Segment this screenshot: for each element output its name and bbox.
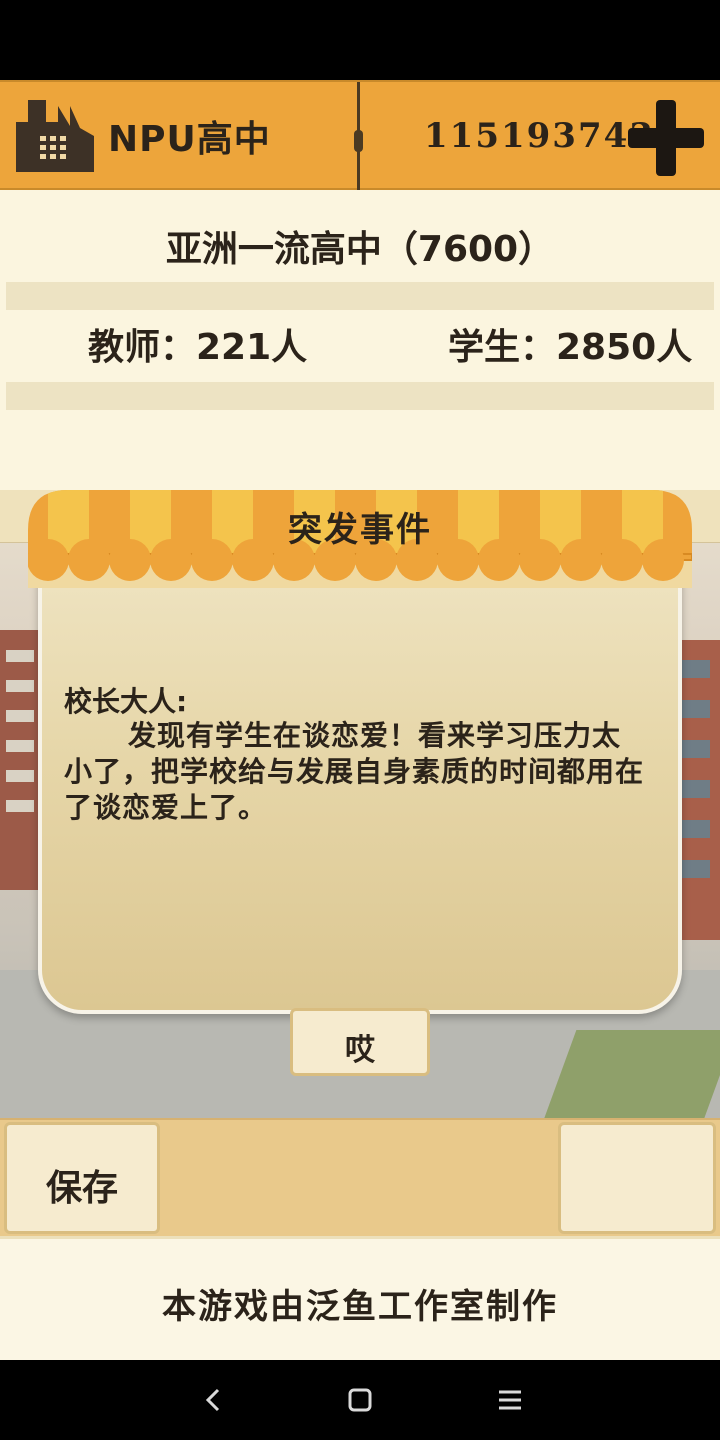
bottom-bar: 保存 [0, 1118, 720, 1236]
student-count: 学生：2850人 [448, 327, 693, 368]
confirm-button-label: 哎 [345, 1033, 375, 1068]
divider-stripe [6, 382, 714, 410]
plus-icon-vertical [656, 100, 676, 176]
back-icon[interactable] [193, 1380, 233, 1420]
add-money-button[interactable] [628, 100, 704, 176]
money-counter: 115193743 [424, 116, 655, 156]
header-divider-notch [354, 130, 363, 152]
dialog-salutation: 校长大人: [64, 685, 188, 718]
header-bar: NPU高中 115193743 [0, 80, 720, 192]
confirm-button[interactable]: 哎 [290, 1008, 430, 1076]
game-screen: NPU高中 115193743 亚洲一流高中（7600） 教师：221人 学生：… [0, 80, 720, 1360]
credit-bar: 本游戏由泛鱼工作室制作 [0, 1236, 720, 1360]
studio-credit: 本游戏由泛鱼工作室制作 [162, 1287, 558, 1327]
divider-stripe [6, 282, 714, 310]
teacher-count: 教师：221人 [88, 327, 308, 368]
home-icon[interactable] [340, 1380, 380, 1420]
dialog-message: 发现有学生在谈恋爱！看来学习压力太小了，把学校给与发展自身素质的时间都用在了谈恋… [64, 719, 645, 824]
right-action-button[interactable] [558, 1122, 716, 1234]
menu-icon[interactable] [490, 1380, 530, 1420]
school-info-panel: 亚洲一流高中（7600） 教师：221人 学生：2850人 [0, 190, 720, 490]
dialog-title: 突发事件 [288, 510, 432, 550]
system-nav-bar [0, 1360, 720, 1440]
school-rank: 亚洲一流高中（7600） [165, 229, 555, 270]
save-button-label: 保存 [45, 1168, 118, 1209]
status-bar [0, 0, 720, 80]
school-name: NPU高中 [108, 119, 271, 160]
factory-icon [16, 100, 94, 172]
save-button[interactable]: 保存 [4, 1122, 160, 1234]
event-dialog: 突发事件 校长大人: 发现有学生在谈恋爱！看来学习压力太小了，把学校给与发展自身… [28, 490, 692, 1076]
